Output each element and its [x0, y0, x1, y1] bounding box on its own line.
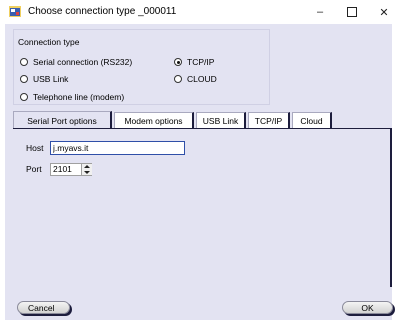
radio-label: Serial connection (RS232): [33, 57, 133, 67]
radio-label: CLOUD: [187, 74, 217, 84]
title-bar[interactable]: Choose connection type _000011 – ✕: [0, 0, 397, 24]
maximize-icon: [347, 7, 357, 17]
connection-type-group: Connection type Serial connection (RS232…: [13, 29, 270, 105]
radio-button-icon[interactable]: [174, 75, 182, 83]
ok-button[interactable]: OK: [342, 301, 393, 314]
port-value: 2101: [53, 164, 72, 174]
radio-serial-connection[interactable]: Serial connection (RS232): [20, 57, 132, 67]
radio-tcp-ip[interactable]: TCP/IP: [174, 57, 214, 67]
radio-label: TCP/IP: [187, 57, 215, 67]
app-window-icon: [9, 6, 21, 17]
spin-up-icon[interactable]: [84, 165, 90, 168]
ok-label: OK: [361, 302, 374, 313]
port-spin-buttons[interactable]: [81, 164, 92, 175]
tab-cloud[interactable]: Cloud: [292, 112, 332, 128]
radio-button-icon[interactable]: [20, 58, 28, 66]
tab-label: USB Link: [202, 115, 239, 126]
tab-label: Cloud: [300, 115, 323, 126]
tab-label: TCP/IP: [254, 115, 283, 126]
tab-tcp-ip[interactable]: TCP/IP: [248, 112, 290, 128]
tab-serial-port-options[interactable]: Serial Port options: [13, 111, 112, 129]
cancel-label: Cancel: [28, 302, 55, 313]
radio-usb-link[interactable]: USB Link: [20, 74, 68, 84]
maximize-button[interactable]: [337, 0, 367, 24]
radio-button-checked-icon[interactable]: [174, 58, 182, 66]
host-label: Host: [26, 143, 44, 153]
close-button[interactable]: ✕: [369, 0, 397, 24]
cancel-button[interactable]: Cancel: [17, 301, 70, 314]
tab-label: Modem options: [124, 115, 183, 126]
tab-modem-options[interactable]: Modem options: [114, 112, 194, 128]
spin-down-icon[interactable]: [84, 171, 90, 174]
window-title: Choose connection type _000011: [28, 6, 177, 17]
minimize-button[interactable]: –: [305, 0, 335, 24]
close-icon: ✕: [379, 6, 389, 19]
tab-label: Serial Port options: [27, 115, 97, 126]
host-input[interactable]: [50, 141, 185, 155]
radio-label: Telephone line (modem): [33, 92, 125, 102]
minimize-icon: –: [316, 6, 324, 18]
connection-type-title: Connection type: [18, 37, 80, 47]
tab-usb-link[interactable]: USB Link: [196, 112, 246, 128]
radio-label: USB Link: [33, 74, 69, 84]
radio-button-icon[interactable]: [20, 93, 28, 101]
dialog-client-area: Connection type Serial connection (RS232…: [5, 24, 393, 320]
radio-cloud[interactable]: CLOUD: [174, 74, 217, 84]
radio-telephone-line[interactable]: Telephone line (modem): [20, 92, 124, 102]
port-label: Port: [26, 164, 42, 174]
radio-button-icon[interactable]: [20, 75, 28, 83]
